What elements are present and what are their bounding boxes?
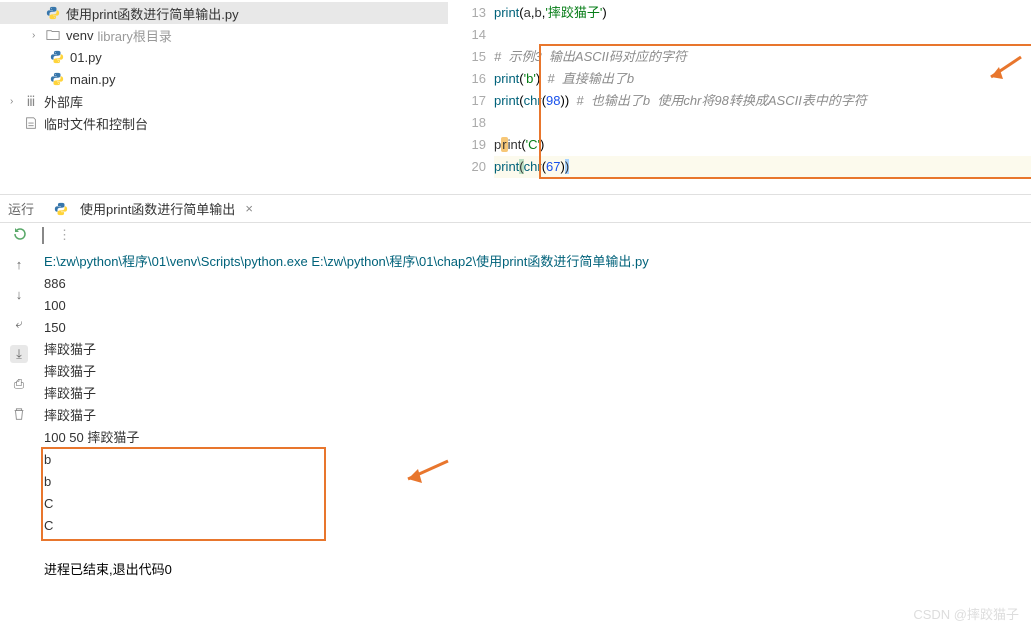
run-label: 运行 [8,199,34,218]
tree-file-main[interactable]: main.py [0,68,448,90]
console-cmd: E:\zw\python\程序\01\venv\Scripts\python.e… [44,251,1025,273]
python-file-icon [52,202,70,216]
folder-icon [44,28,62,42]
console-line: 150 [44,317,1025,339]
chevron-right-icon: › [32,30,44,41]
library-icon: ⅲ [22,93,40,110]
run-panel-header: 运行 使用print函数进行简单输出 × [0,195,1031,223]
tree-file-01[interactable]: 01.py [0,46,448,68]
tree-hint: library根目录 [97,26,171,45]
console-line: 摔跤猫子 [44,361,1025,383]
tree-file-selected[interactable]: 使用print函数进行简单输出.py [0,2,448,24]
run-tab-label: 使用print函数进行简单输出 [80,199,235,218]
console-line: b [44,449,1025,471]
tree-external-libs[interactable]: › ⅲ 外部库 [0,90,448,112]
trash-icon[interactable] [10,405,28,423]
tree-label: 临时文件和控制台 [44,114,148,133]
console-line: C [44,515,1025,537]
console-line: 摔跤猫子 [44,405,1025,427]
run-tab[interactable]: 使用print函数进行简单输出 × [42,199,263,218]
tree-label: main.py [70,72,116,87]
run-side-toolbar: ↑ ↓ ⤶ ⤓ ⎙ [0,247,38,629]
console-line: 886 [44,273,1025,295]
tree-label: 01.py [70,50,102,65]
run-toolbar: ⋮ [0,223,1031,247]
project-tree[interactable]: 使用print函数进行简单输出.py › venv library根目录 01.… [0,0,448,194]
python-file-icon [48,50,66,64]
soft-wrap-icon[interactable]: ⤶ [10,315,28,333]
console-line: C [44,493,1025,515]
tree-scratch[interactable]: 临时文件和控制台 [0,112,448,134]
python-file-icon [44,6,62,20]
console-line: 100 [44,295,1025,317]
tree-label: 外部库 [44,92,83,111]
console-line: 100 50 摔跤猫子 [44,427,1025,449]
chevron-right-icon: › [10,96,22,107]
down-icon[interactable]: ↓ [10,285,28,303]
console-line: b [44,471,1025,493]
code-editor[interactable]: 13 14 15 16 17 18 19 20 print(a,b,'摔跤猫子'… [448,0,1031,194]
rerun-icon[interactable] [12,226,28,245]
console-line: 摔跤猫子 [44,383,1025,405]
scratch-icon [22,116,40,130]
code-area[interactable]: print(a,b,'摔跤猫子') # 示例3 输出ASCII码对应的字符 pr… [494,0,1031,194]
console-output[interactable]: E:\zw\python\程序\01\venv\Scripts\python.e… [38,247,1031,629]
scroll-to-end-icon[interactable]: ⤓ [10,345,28,363]
console-exit: 进程已结束,退出代码0 [44,559,1025,581]
tree-folder-venv[interactable]: › venv library根目录 [0,24,448,46]
print-icon[interactable]: ⎙ [10,375,28,393]
console-line: 摔跤猫子 [44,339,1025,361]
up-icon[interactable]: ↑ [10,255,28,273]
python-file-icon [48,72,66,86]
tree-label: venv [66,28,93,43]
more-icon[interactable]: ⋮ [58,227,71,243]
gutter: 13 14 15 16 17 18 19 20 [448,0,494,194]
tree-label: 使用print函数进行简单输出.py [66,4,239,23]
stop-icon[interactable] [42,228,44,243]
close-icon[interactable]: × [245,201,253,216]
